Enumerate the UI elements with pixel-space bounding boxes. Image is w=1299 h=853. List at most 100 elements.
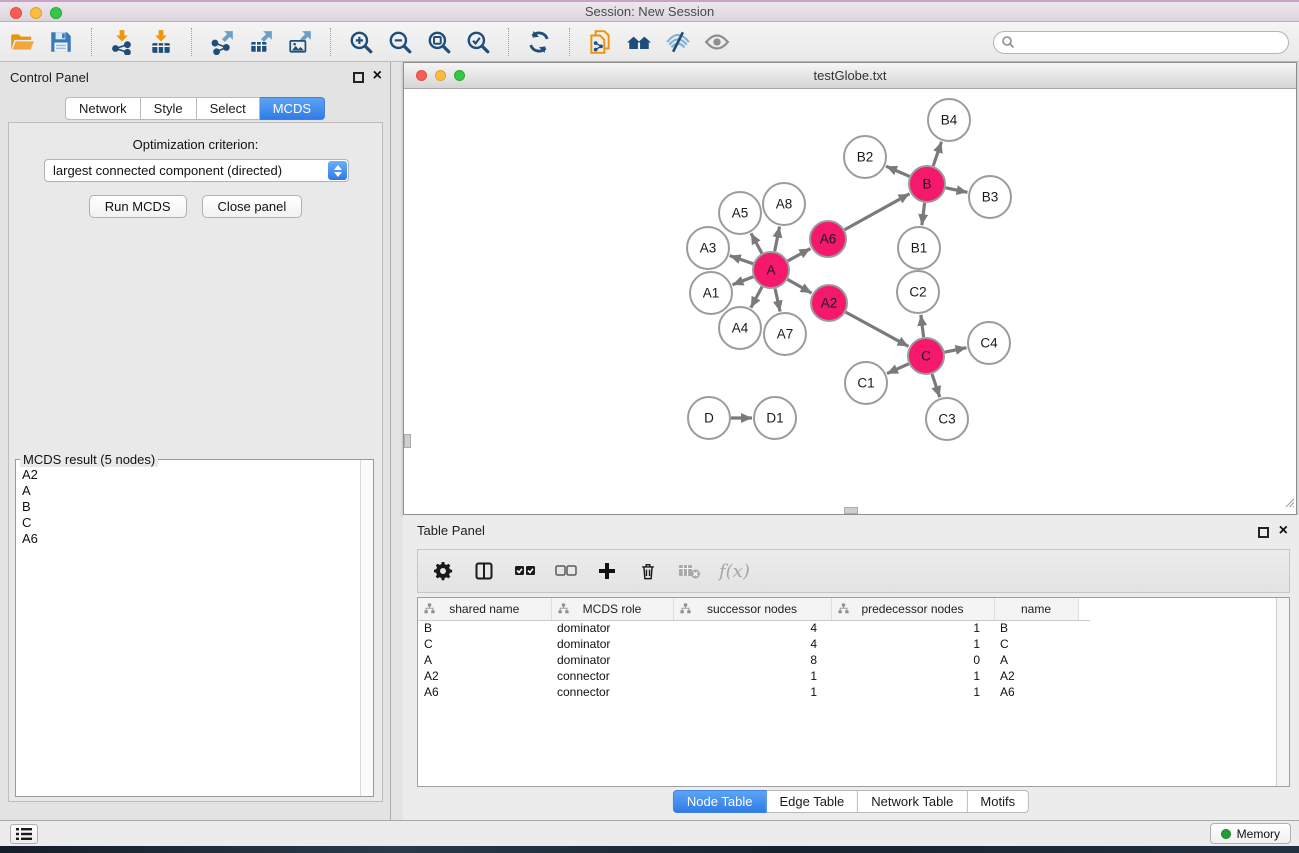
graph-node-B3[interactable]: B3 — [969, 176, 1011, 218]
table-float-panel-icon[interactable] — [1258, 527, 1269, 538]
resize-grip-icon[interactable] — [1283, 495, 1295, 513]
optimization-criterion-select[interactable]: largest connected component (directed) — [44, 159, 349, 182]
table-row[interactable]: Cdominator41C — [418, 636, 1090, 652]
cell-predecessor-nodes[interactable]: 0 — [831, 652, 994, 668]
cell-successor-nodes[interactable]: 1 — [673, 668, 831, 684]
graph-node-A4[interactable]: A4 — [719, 307, 761, 349]
graph-edge-C-C1[interactable] — [887, 364, 909, 374]
cell-MCDS-role[interactable]: dominator — [551, 652, 673, 668]
column-header-predecessor-nodes[interactable]: predecessor nodes — [831, 598, 994, 620]
table-row[interactable]: A6connector11A6 — [418, 684, 1090, 700]
zoom-fit-icon[interactable] — [425, 28, 453, 56]
graph-node-D1[interactable]: D1 — [754, 397, 796, 439]
graph-node-C1[interactable]: C1 — [845, 362, 887, 404]
mcds-result-item[interactable]: A6 — [17, 530, 360, 546]
graph-node-A1[interactable]: A1 — [690, 272, 732, 314]
column-header-MCDS-role[interactable]: MCDS role — [551, 598, 673, 620]
network-vertical-scrollbar[interactable] — [404, 434, 411, 448]
graph-node-B2[interactable]: B2 — [844, 136, 886, 178]
search-input[interactable] — [993, 31, 1289, 54]
graph-edge-A2-C[interactable] — [846, 312, 909, 346]
task-history-button[interactable] — [10, 824, 38, 844]
cell-MCDS-role[interactable]: connector — [551, 684, 673, 700]
split-columns-icon[interactable] — [473, 559, 495, 583]
graph-edge-C-C4[interactable] — [945, 348, 967, 353]
graph-node-A7[interactable]: A7 — [764, 313, 806, 355]
add-column-icon[interactable] — [596, 559, 618, 583]
graph-edge-B-B4[interactable] — [933, 142, 941, 166]
memory-button[interactable]: Memory — [1210, 823, 1291, 844]
graph-node-D[interactable]: D — [688, 397, 730, 439]
graph-node-A8[interactable]: A8 — [763, 183, 805, 225]
cell-successor-nodes[interactable]: 4 — [673, 620, 831, 636]
graph-edge-B-B3[interactable] — [946, 188, 968, 193]
duplicate-network-icon[interactable] — [586, 28, 614, 56]
graph-edge-A-A3[interactable] — [730, 256, 753, 264]
cell-predecessor-nodes[interactable]: 1 — [831, 684, 994, 700]
cell-name[interactable]: A2 — [994, 668, 1078, 684]
cell-shared-name[interactable]: C — [418, 636, 551, 652]
cell-predecessor-nodes[interactable]: 1 — [831, 636, 994, 652]
graph-node-C3[interactable]: C3 — [926, 398, 968, 440]
column-header-successor-nodes[interactable]: successor nodes — [673, 598, 831, 620]
graph-node-A5[interactable]: A5 — [719, 192, 761, 234]
graph-edge-C-C3[interactable] — [932, 374, 940, 397]
cell-successor-nodes[interactable]: 1 — [673, 684, 831, 700]
export-image-icon[interactable] — [286, 28, 314, 56]
cell-name[interactable]: B — [994, 620, 1078, 636]
cell-name[interactable]: C — [994, 636, 1078, 652]
graph-edge-A-A5[interactable] — [751, 233, 762, 253]
graph-node-C4[interactable]: C4 — [968, 322, 1010, 364]
export-table-icon[interactable] — [247, 28, 275, 56]
tab-select[interactable]: Select — [197, 97, 260, 120]
show-all-icon[interactable] — [703, 28, 731, 56]
graph-edge-C-C2[interactable] — [921, 315, 924, 337]
table-row[interactable]: Bdominator41B — [418, 620, 1090, 636]
cell-shared-name[interactable]: A — [418, 652, 551, 668]
graph-node-C[interactable]: C — [908, 338, 944, 374]
hide-selected-icon[interactable] — [664, 28, 692, 56]
deselect-all-icon[interactable] — [555, 559, 577, 583]
mcds-result-item[interactable]: A — [17, 482, 360, 498]
graph-edge-A-A1[interactable] — [732, 277, 753, 285]
column-header-shared-name[interactable]: shared name — [418, 598, 551, 620]
graph-edge-A6-B[interactable] — [845, 194, 910, 230]
tab-network-table[interactable]: Network Table — [858, 790, 967, 813]
tab-edge-table[interactable]: Edge Table — [766, 790, 858, 813]
cell-name[interactable]: A6 — [994, 684, 1078, 700]
close-panel-icon[interactable]: × — [373, 66, 382, 86]
network-canvas[interactable]: B4B2BB3A5A8A6A3B1AA1C2A2A4A7C4CC1C3DD1 — [404, 89, 1296, 514]
table-row[interactable]: Adominator80A — [418, 652, 1090, 668]
cell-MCDS-role[interactable]: dominator — [551, 636, 673, 652]
import-network-icon[interactable] — [108, 28, 136, 56]
tab-style[interactable]: Style — [141, 97, 197, 120]
cell-shared-name[interactable]: B — [418, 620, 551, 636]
zoom-selected-icon[interactable] — [464, 28, 492, 56]
cell-shared-name[interactable]: A2 — [418, 668, 551, 684]
cell-predecessor-nodes[interactable]: 1 — [831, 668, 994, 684]
select-all-icon[interactable] — [514, 559, 536, 583]
graph-edge-B-B1[interactable] — [922, 203, 925, 225]
graph-edge-B-B2[interactable] — [886, 166, 909, 176]
network-horizontal-scrollbar[interactable] — [844, 507, 858, 514]
column-header-name[interactable]: name — [994, 598, 1078, 620]
mcds-result-scrollbar[interactable] — [360, 460, 373, 796]
gear-icon[interactable] — [432, 559, 454, 583]
graph-node-B[interactable]: B — [909, 166, 945, 202]
save-session-icon[interactable] — [47, 28, 75, 56]
cell-predecessor-nodes[interactable]: 1 — [831, 620, 994, 636]
open-file-icon[interactable] — [8, 28, 36, 56]
table-row[interactable]: A2connector11A2 — [418, 668, 1090, 684]
cell-MCDS-role[interactable]: connector — [551, 668, 673, 684]
tab-mcds[interactable]: MCDS — [260, 97, 325, 120]
float-panel-icon[interactable] — [353, 72, 364, 83]
network-window-titlebar[interactable]: testGlobe.txt — [404, 63, 1296, 89]
mcds-result-item[interactable]: A2 — [17, 466, 360, 482]
run-mcds-button[interactable]: Run MCDS — [89, 195, 187, 218]
delete-column-icon[interactable] — [637, 559, 659, 583]
tab-motifs[interactable]: Motifs — [967, 790, 1029, 813]
graph-node-A[interactable]: A — [753, 252, 789, 288]
refresh-icon[interactable] — [525, 28, 553, 56]
cell-successor-nodes[interactable]: 4 — [673, 636, 831, 652]
import-table-icon[interactable] — [147, 28, 175, 56]
